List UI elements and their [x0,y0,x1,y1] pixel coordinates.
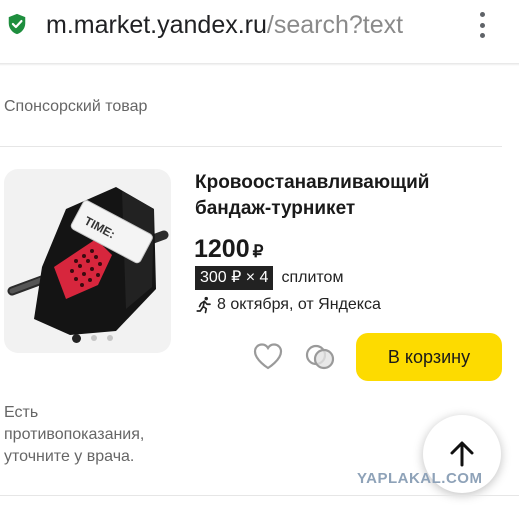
price-value: 1200 [194,235,250,263]
image-dot-active[interactable] [72,334,81,343]
arrow-up-icon [450,441,474,467]
tourniquet-image: TIME: [7,187,169,335]
price-currency: ₽ [252,242,264,261]
url-path: /search?text [266,11,404,39]
split-payment[interactable]: 300 ₽ × 4 сплитом [195,266,343,290]
image-dot[interactable] [107,335,113,341]
running-person-icon [196,296,211,314]
kebab-menu-icon[interactable] [476,12,488,38]
add-to-cart-button[interactable]: В корзину [356,333,502,381]
medical-warning: Есть противопоказания, уточните у врача. [4,404,145,465]
url-text[interactable]: m.market.yandex.ru/search?text [46,8,403,42]
split-badge: 300 ₽ × 4 [195,266,274,290]
address-bar-shadow [0,63,519,66]
sponsored-label: Спонсорский товар [4,98,148,115]
heart-icon[interactable] [252,341,284,371]
url-host: m.market.yandex.ru [46,11,267,39]
browser-address-bar[interactable]: m.market.yandex.ru/search?text [0,0,519,64]
product-title[interactable]: Кровоостанавливающий бандаж-турникет [195,170,495,222]
product-price: 1200 ₽ [194,235,263,264]
delivery-info: 8 октября, от Яндекса [195,296,381,314]
image-pagination[interactable] [4,334,171,343]
delivery-text: 8 октября, от Яндекса [217,296,381,313]
compare-icon[interactable] [304,342,336,372]
product-image[interactable]: TIME: [4,169,171,353]
shield-check-icon [8,13,26,35]
image-dot[interactable] [91,335,97,341]
watermark: YAPLAKAL.COM [357,470,483,487]
split-text: сплитом [281,269,344,286]
divider [0,495,519,496]
divider [0,146,502,147]
